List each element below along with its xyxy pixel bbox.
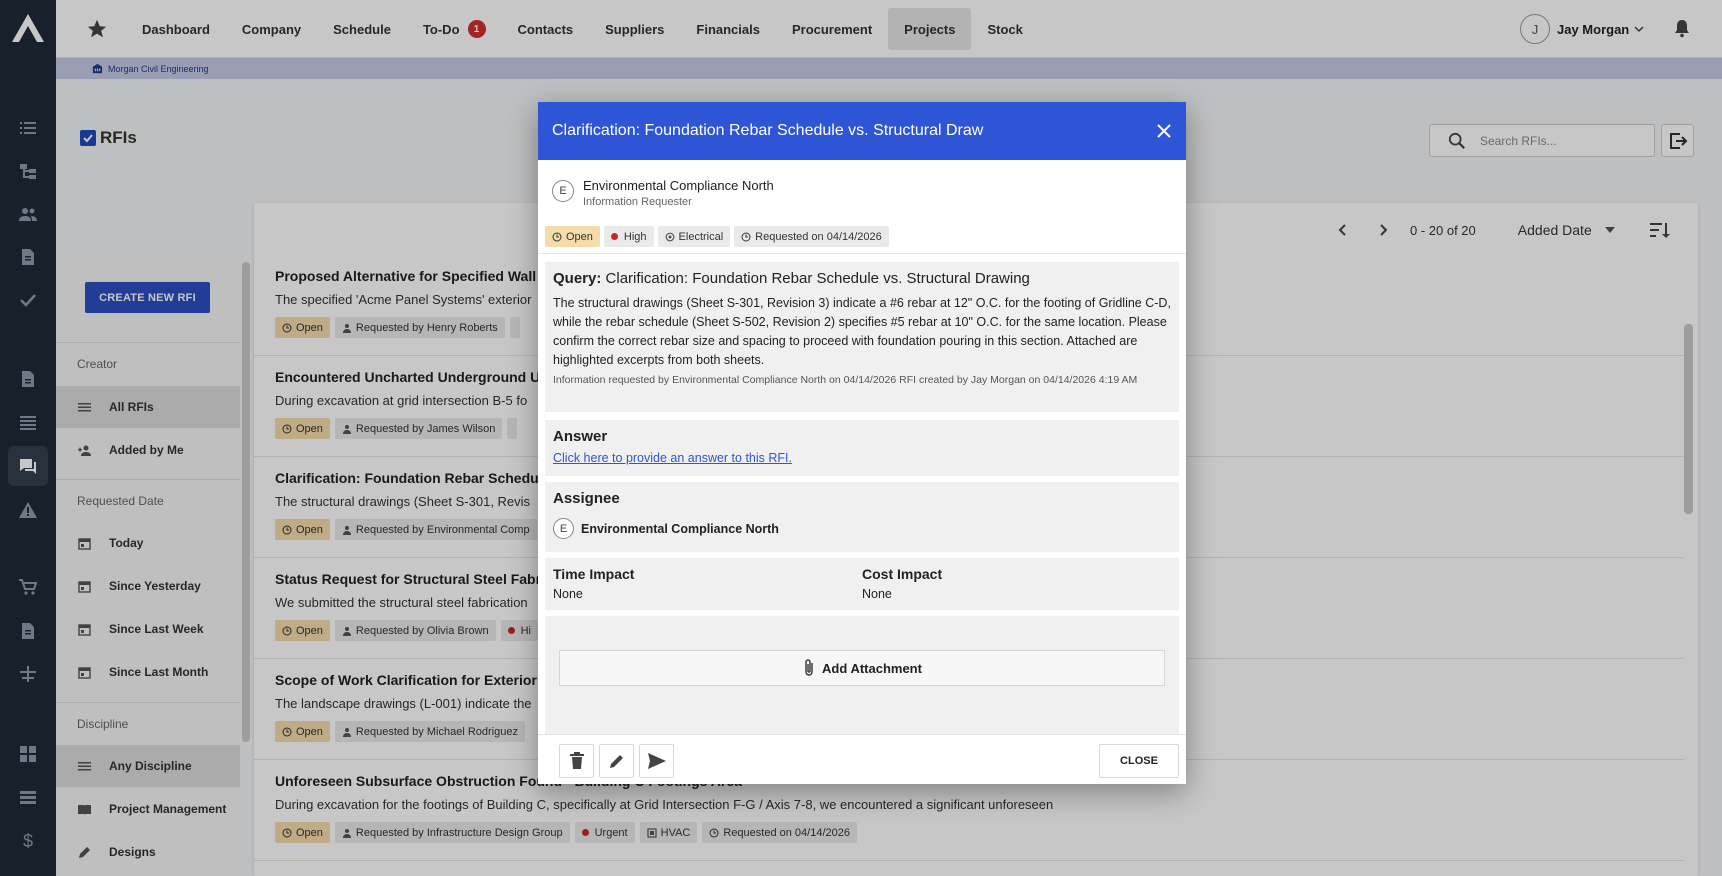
dialog-title: Clarification: Foundation Rebar Schedule… [552,122,984,139]
requester-role: Information Requester [583,196,692,208]
rfi-detail-dialog: Clarification: Foundation Rebar Schedule… [538,102,1186,784]
attachment-section: Add Attachment [545,616,1179,734]
requester-name: Environmental Compliance North [583,178,774,193]
send-icon [647,753,666,769]
clock-icon [741,232,751,241]
query-meta: Information requested by Environmental C… [553,374,1138,386]
pencil-icon [609,755,623,768]
avatar: E [552,180,574,202]
rfi-tags: Open High Electrical Requested on 04/14/… [545,226,889,247]
assignee-name: Environmental Compliance North [581,521,779,536]
query-body: The structural drawings (Sheet S-301, Re… [553,296,1171,367]
electrical-icon [665,232,674,241]
send-button[interactable] [639,744,674,778]
add-attachment-label: Add Attachment [822,660,922,676]
cost-impact-value: None [862,587,892,601]
discipline-text: Electrical [678,230,724,243]
edit-button[interactable] [599,744,634,778]
query-heading: Query: Clarification: Foundation Rebar S… [553,270,1030,287]
query-title: Clarification: Foundation Rebar Schedule… [605,270,1030,287]
discipline-badge: Electrical [657,226,731,247]
dialog-footer: CLOSE [538,734,1186,784]
dialog-body: E Environmental Compliance North Informa… [538,160,1186,734]
time-impact-label: Time Impact [553,566,635,582]
time-impact-value: None [553,587,583,601]
paperclip-icon [805,659,813,676]
assignee-section: Assignee E Environmental Compliance Nort… [545,482,1179,552]
provide-answer-link[interactable]: Click here to provide an answer to this … [553,451,792,465]
priority-badge: High [603,226,654,247]
query-section: Query: Clarification: Foundation Rebar S… [545,262,1179,412]
delete-button[interactable] [559,744,594,778]
requested-on-badge: Requested on 04/14/2026 [734,226,889,247]
cost-impact-label: Cost Impact [862,566,943,582]
divider [538,253,1186,254]
priority-text: High [623,230,647,243]
dialog-header: Clarification: Foundation Rebar Schedule… [538,102,1186,160]
cost-impact: Cost Impact None [862,566,942,601]
status-text: Open [566,230,593,243]
assignee-heading: Assignee [553,490,620,507]
trash-icon [569,752,584,769]
assignee: E Environmental Compliance North [553,518,779,539]
answer-section: Answer Click here to provide an answer t… [545,420,1179,476]
clock-icon [552,232,562,241]
priority-dot [610,233,618,240]
query-label: Query: [553,270,602,287]
close-button[interactable]: CLOSE [1099,744,1179,778]
requested-on-text: Requested on 04/14/2026 [755,230,882,243]
impact-section: Time Impact None Cost Impact None [545,558,1179,610]
avatar: E [553,518,574,539]
time-impact: Time Impact None [553,566,634,601]
close-icon[interactable] [1156,123,1172,139]
add-attachment-button[interactable]: Add Attachment [559,650,1165,686]
status-badge: Open [545,226,600,247]
requester: E Environmental Compliance North Informa… [552,178,774,208]
answer-heading: Answer [553,428,608,445]
